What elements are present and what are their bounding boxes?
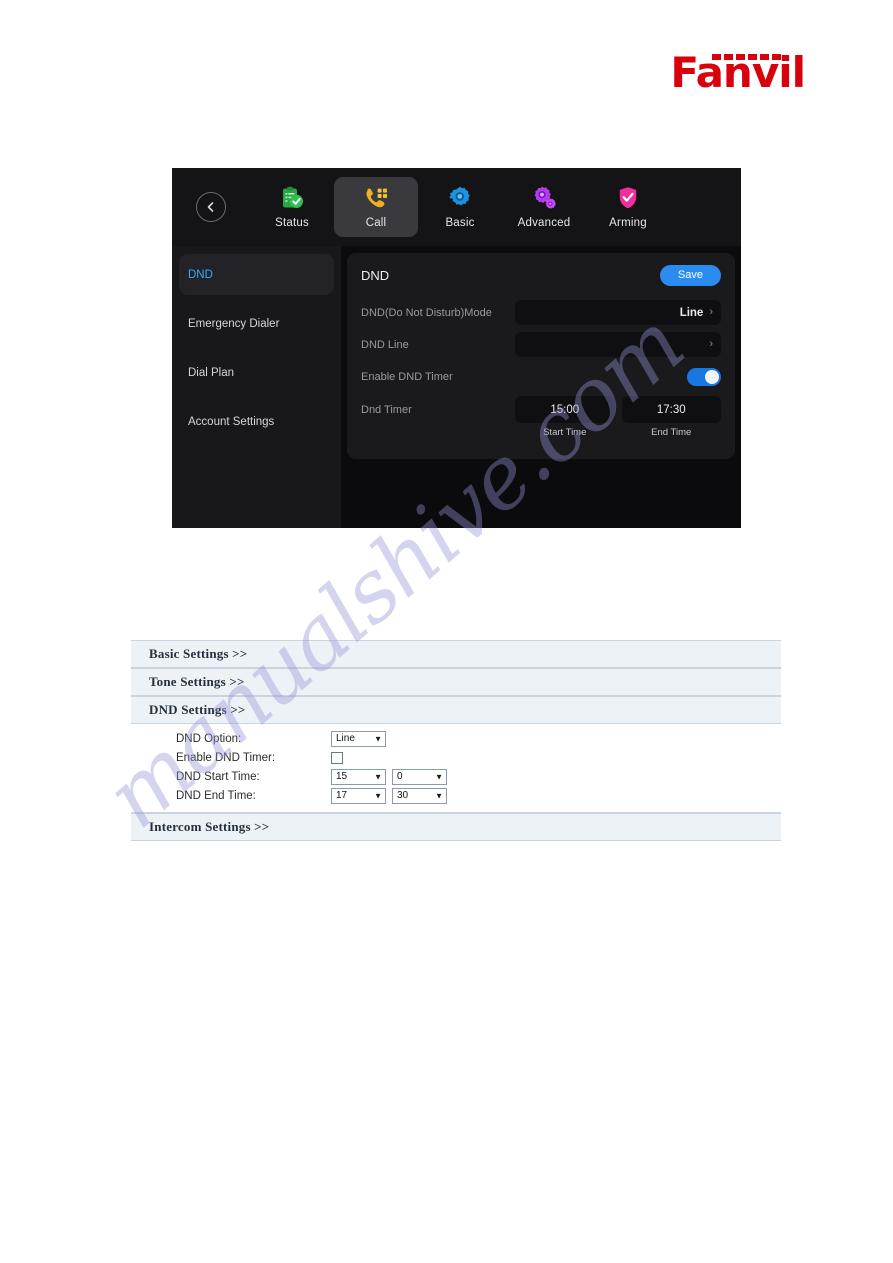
dnd-timer-label: Dnd Timer (361, 403, 412, 416)
dnd-start-minute-select[interactable]: 0 ▼ (392, 768, 447, 785)
section-header-basic-settings[interactable]: Basic Settings >> (131, 640, 781, 668)
dnd-end-hour-value: 17 (336, 790, 348, 801)
start-time-caption: Start Time (543, 427, 587, 438)
chevron-left-icon (207, 202, 214, 212)
section-header-intercom-settings[interactable]: Intercom Settings >> (131, 813, 781, 841)
web-config-panel: Basic Settings >> Tone Settings >> DND S… (131, 640, 781, 841)
form-row-dnd-start-time: DND Start Time: 15 ▼ 0 ▼ (131, 767, 781, 786)
nav-item-basic[interactable]: Basic (418, 177, 502, 237)
chevron-down-icon: ▼ (374, 791, 382, 800)
dnd-option-label: DND Option: (176, 732, 242, 745)
dnd-end-minute-value: 30 (397, 790, 409, 801)
dnd-end-hour-select[interactable]: 17 ▼ (331, 787, 386, 804)
dnd-mode-value: Line (679, 306, 704, 319)
nav-item-status[interactable]: Status (250, 177, 334, 237)
dnd-end-time-field[interactable]: 17:30 (621, 396, 721, 423)
enable-dnd-timer-toggle[interactable] (687, 367, 721, 386)
chevron-down-icon: ▼ (435, 791, 443, 800)
dnd-settings-form: DND Option: Line ▼ Enable DND Timer: DND… (131, 724, 781, 813)
chevron-right-icon: › (709, 306, 713, 318)
dnd-timer-row: Dnd Timer 15:00 17:30 (361, 396, 721, 423)
dnd-start-time-field[interactable]: 15:00 (515, 396, 615, 423)
enable-dnd-timer-row: Enable DND Timer (361, 364, 721, 389)
dnd-start-minute-value: 0 (397, 771, 403, 782)
end-time-caption: End Time (651, 427, 692, 438)
dnd-line-label: DND Line (361, 338, 409, 351)
dnd-start-hour-select[interactable]: 15 ▼ (331, 768, 386, 785)
dnd-start-hour-value: 15 (336, 771, 348, 782)
enable-dnd-timer-label: Enable DND Timer (361, 370, 453, 383)
dnd-end-minute-select[interactable]: 30 ▼ (392, 787, 447, 804)
sidebar-label-emergency-dialer: Emergency Dialer (188, 317, 280, 330)
phone-keypad-icon (361, 183, 391, 213)
nav-item-call[interactable]: Call (334, 177, 418, 237)
dnd-mode-row: DND(Do Not Disturb)Mode Line › (361, 300, 721, 325)
shield-check-icon (613, 183, 643, 213)
save-button[interactable]: Save (659, 265, 721, 286)
dnd-mode-field[interactable]: Line › (515, 300, 721, 325)
nav-label-arming: Arming (609, 217, 647, 229)
back-button[interactable] (196, 192, 226, 222)
dnd-mode-label: DND(Do Not Disturb)Mode (361, 306, 492, 319)
toggle-knob (705, 369, 719, 384)
form-row-enable-dnd-timer: Enable DND Timer: (131, 748, 781, 767)
sidebar-item-emergency-dialer[interactable]: Emergency Dialer (179, 303, 334, 344)
nav-label-basic: Basic (445, 217, 475, 229)
nav-label-advanced: Advanced (517, 217, 571, 229)
section-header-dnd-settings[interactable]: DND Settings >> (131, 696, 781, 724)
chevron-down-icon: ▼ (435, 772, 443, 781)
clipboard-check-icon (277, 183, 307, 213)
nav-item-advanced[interactable]: Advanced (502, 177, 586, 237)
dnd-option-select[interactable]: Line ▼ (331, 730, 386, 747)
sidebar-label-account-settings: Account Settings (188, 415, 275, 428)
logo-bars-decoration (712, 54, 782, 60)
device-sidebar: DND Emergency Dialer Dial Plan Account S… (172, 246, 341, 528)
double-gear-icon (529, 183, 559, 213)
enable-dnd-timer-checkbox[interactable] (331, 751, 343, 764)
chevron-down-icon: ▼ (374, 772, 382, 781)
dnd-panel-title: DND (361, 268, 390, 283)
nav-items: Status Call Basic Advanced Arming (250, 177, 741, 237)
sidebar-item-account-settings[interactable]: Account Settings (179, 401, 334, 442)
enable-dnd-timer-label: Enable DND Timer: (176, 751, 276, 764)
device-body: DND Emergency Dialer Dial Plan Account S… (172, 246, 741, 528)
dnd-line-row: DND Line › (361, 332, 721, 357)
dnd-card-header: DND Save (361, 265, 721, 286)
section-header-tone-settings[interactable]: Tone Settings >> (131, 668, 781, 696)
gear-icon (445, 183, 475, 213)
brand-logo: Fanvil (670, 52, 806, 94)
form-row-dnd-end-time: DND End Time: 17 ▼ 30 ▼ (131, 786, 781, 805)
dnd-start-time-label: DND Start Time: (176, 770, 260, 783)
nav-label-status: Status (275, 217, 309, 229)
chevron-down-icon: ▼ (374, 734, 382, 743)
form-row-dnd-option: DND Option: Line ▼ (131, 729, 781, 748)
dnd-settings-card: DND Save DND(Do Not Disturb)Mode Line › … (347, 253, 735, 459)
device-top-navigation: Status Call Basic Advanced Arming (172, 168, 741, 246)
device-content: DND Save DND(Do Not Disturb)Mode Line › … (341, 246, 741, 528)
chevron-right-icon: › (709, 338, 713, 350)
sidebar-label-dnd: DND (188, 268, 213, 281)
sidebar-label-dial-plan: Dial Plan (188, 366, 235, 379)
dnd-timer-captions: Start Time End Time (361, 427, 721, 438)
sidebar-item-dial-plan[interactable]: Dial Plan (179, 352, 334, 393)
dnd-line-field[interactable]: › (515, 332, 721, 357)
nav-item-arming[interactable]: Arming (586, 177, 670, 237)
nav-label-call: Call (365, 217, 387, 229)
dnd-option-value: Line (336, 733, 355, 744)
device-screenshot: Status Call Basic Advanced Arming DND Em… (172, 168, 741, 528)
sidebar-item-dnd[interactable]: DND (179, 254, 334, 295)
dnd-end-time-label: DND End Time: (176, 789, 256, 802)
dnd-timer-boxes: 15:00 17:30 (515, 396, 721, 423)
